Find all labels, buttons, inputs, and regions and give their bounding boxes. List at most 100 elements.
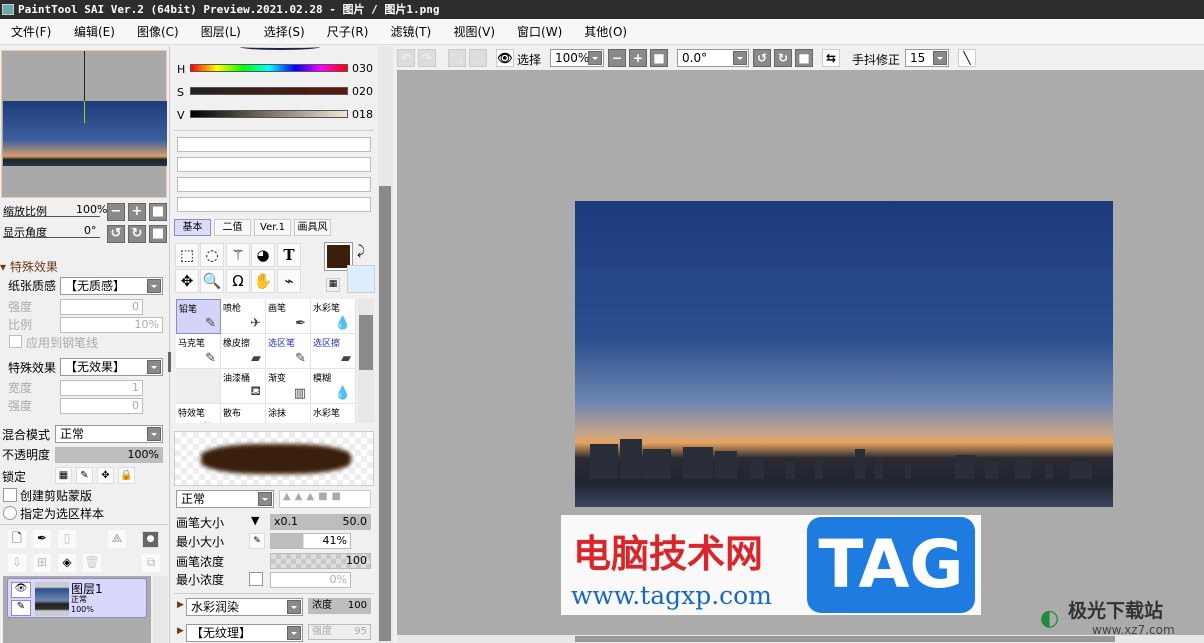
eyedropper-icon[interactable]: ⌁ — [277, 269, 301, 293]
stabilizer-select[interactable]: 15 — [905, 49, 949, 67]
left-panel-scrollbar[interactable] — [168, 352, 171, 372]
strength2-field[interactable]: 0 — [60, 398, 143, 414]
menu-filter[interactable]: 滤镜(T) — [379, 23, 442, 40]
brush-slot[interactable]: 铅笔 ✎ — [176, 299, 221, 334]
brush-slot[interactable]: 马克笔 ✎ — [176, 334, 221, 369]
brush-slot[interactable]: 渐变 ▥ — [266, 369, 311, 404]
new-pen-layer-icon[interactable]: ✒ — [33, 530, 51, 548]
duplicate-layer-icon[interactable]: ⊞ — [33, 554, 51, 572]
brush-slot[interactable]: 选区擦 ▰ — [311, 334, 356, 369]
zoom-slider[interactable] — [3, 216, 100, 217]
rect-select-icon[interactable]: ⬚ — [175, 243, 199, 267]
effects-section-header[interactable]: ▾ 特殊效果 — [0, 258, 58, 275]
selection-source-radio[interactable] — [3, 506, 17, 520]
merge-down-icon[interactable]: ⇩ — [8, 554, 26, 572]
new-layer-icon[interactable]: 🗋 — [8, 530, 26, 548]
hue-slider[interactable] — [190, 64, 348, 72]
scale-field[interactable]: 10% — [60, 317, 163, 333]
move-icon[interactable]: ✥ — [175, 269, 199, 293]
visibility-eye-icon[interactable]: 👁 — [11, 582, 31, 598]
toolbar-zoom-out-button[interactable]: − — [608, 49, 626, 67]
toolbar-rotate-left-button[interactable]: ↺ — [753, 49, 771, 67]
undo-icon[interactable]: ↶ — [397, 49, 415, 67]
lock-transparency-icon[interactable]: ▦ — [55, 467, 72, 484]
brush-grid-scrollbar[interactable] — [358, 299, 374, 423]
pencil-icon[interactable]: ✎ — [11, 600, 31, 616]
value-slider[interactable] — [190, 110, 348, 118]
brush-slot[interactable]: 涂抹〰 — [266, 404, 311, 423]
lasso-icon[interactable]: ◌ — [200, 243, 224, 267]
background-color[interactable] — [347, 265, 375, 293]
rotate-right-button[interactable]: ↻ — [128, 225, 146, 243]
deselect-icon[interactable]: ⬚ — [448, 49, 466, 67]
zoom-in-button[interactable]: + — [128, 203, 146, 221]
brush-slot-empty[interactable] — [176, 369, 221, 404]
tab-binary[interactable]: 二值 — [214, 219, 251, 236]
menu-ruler[interactable]: 尺子(R) — [316, 23, 380, 40]
saturation-slider[interactable] — [190, 87, 348, 95]
mix-mode-select[interactable]: 水彩润染 — [186, 598, 303, 616]
brush-slot[interactable]: 模糊 💧 — [311, 369, 356, 404]
toolbar-rotate-right-button[interactable]: ↻ — [774, 49, 792, 67]
zoom-select[interactable]: 100% — [550, 49, 604, 67]
brush-mode-select[interactable]: 正常 — [176, 490, 274, 508]
toolbar-rotate-reset-button[interactable]: ■ — [795, 49, 813, 67]
color-slot-4[interactable] — [177, 197, 371, 212]
brush-slot[interactable]: 水彩笔 💧 — [311, 299, 356, 334]
expand-arrow-icon[interactable]: ▶ — [177, 600, 184, 610]
zoom-reset-button[interactable]: ■ — [149, 203, 167, 221]
navigator[interactable] — [1, 50, 167, 198]
brush-slot[interactable]: 画笔 ✒ — [266, 299, 311, 334]
add-to-selection-icon[interactable]: ⧉ — [142, 554, 160, 572]
brush-slot[interactable]: 橡皮擦 ▰ — [221, 334, 266, 369]
straight-line-icon[interactable]: ╲ — [958, 49, 976, 67]
layer-list-scrollbar[interactable] — [153, 576, 168, 643]
min-density-checkbox[interactable] — [249, 572, 263, 586]
blend-mode-select[interactable]: 正常 — [55, 425, 163, 443]
transparent-color-icon[interactable]: ▦ — [326, 278, 340, 292]
expand-arrow-icon[interactable]: ▶ — [177, 626, 184, 636]
delete-layer-icon[interactable]: 🗑 — [83, 554, 101, 572]
brush-slot[interactable]: 喷枪 ✈ — [221, 299, 266, 334]
rotate-left-button[interactable]: ↺ — [107, 225, 125, 243]
text-tool-icon[interactable]: T — [277, 243, 301, 267]
invert-selection-icon[interactable]: ⬚ — [469, 49, 487, 67]
caret-down-icon[interactable]: ▼ — [251, 514, 259, 527]
mix-density-slider[interactable]: 浓度 100 — [308, 598, 371, 614]
zoom-out-button[interactable]: − — [107, 203, 125, 221]
brush-size-slider[interactable]: x0.1 50.0 — [270, 514, 371, 530]
texture-select[interactable]: 【无纹理】 — [186, 624, 303, 642]
flip-horizontal-icon[interactable]: ⇆ — [822, 49, 840, 67]
brush-shape-presets[interactable]: ▲▲▲■■ — [279, 490, 371, 508]
redo-icon[interactable]: ↷ — [418, 49, 436, 67]
layer-mask-icon[interactable]: ⟁ — [108, 530, 126, 548]
opacity-slider[interactable]: 100% — [55, 447, 163, 463]
tab-ver1[interactable]: Ver.1 — [254, 219, 291, 236]
brush-slot[interactable]: 选区笔 ✎ — [266, 334, 311, 369]
menu-select[interactable]: 选择(S) — [253, 23, 316, 40]
tab-paint-style[interactable]: 画具风 — [294, 219, 331, 236]
tool-panel-scrollbar[interactable] — [378, 46, 393, 643]
paper-texture-select[interactable]: 【无质感】 — [60, 277, 163, 295]
brush-slot[interactable]: 特效笔 ✨ — [176, 404, 221, 423]
apply-pen-checkbox[interactable] — [9, 335, 22, 348]
pressure-icon[interactable]: ✎ — [249, 533, 265, 549]
toolbar-zoom-reset-button[interactable]: ■ — [650, 49, 668, 67]
color-slot-3[interactable] — [177, 177, 371, 192]
layer-item[interactable]: 👁 ✎ 图层1 正常 100% — [7, 578, 147, 618]
rotate-icon[interactable]: Ω — [226, 269, 250, 293]
min-density-slider[interactable]: 0% — [270, 572, 351, 588]
lock-all-icon[interactable]: 🔒 — [118, 467, 135, 484]
lock-paint-icon[interactable]: ✎ — [76, 467, 93, 484]
color-slot-1[interactable] — [177, 137, 371, 152]
width-field[interactable]: 1 — [60, 380, 143, 396]
tab-basic[interactable]: 基本 — [174, 219, 211, 236]
brush-slot[interactable]: 散布 ∴ — [221, 404, 266, 423]
hand-icon[interactable]: ✋ — [251, 269, 275, 293]
effect-select[interactable]: 【无效果】 — [60, 358, 163, 376]
angle-select[interactable]: 0.0° — [677, 49, 749, 67]
magic-wand-icon[interactable]: ⚚ — [226, 243, 250, 267]
selection-visibility-eye-icon[interactable]: 👁 — [496, 49, 514, 67]
lock-move-icon[interactable]: ✥ — [97, 467, 114, 484]
min-size-slider[interactable]: 41% — [270, 533, 351, 549]
